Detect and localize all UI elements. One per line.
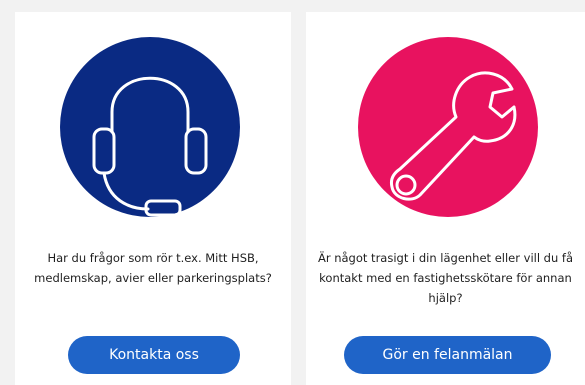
- fault-report-button[interactable]: Gör en felanmälan: [344, 336, 551, 374]
- fault-report-card: Är något trasigt i din lägenhet eller vi…: [306, 12, 585, 385]
- wrench-icon-circle: [358, 37, 538, 217]
- contact-description: Har du frågor som rör t.ex. Mitt HSB, me…: [34, 251, 272, 285]
- wrench-icon: [390, 71, 517, 201]
- fault-report-description: Är något trasigt i din lägenhet eller vi…: [317, 251, 574, 305]
- contact-us-button[interactable]: Kontakta oss: [68, 336, 240, 374]
- contact-card: Har du frågor som rör t.ex. Mitt HSB, me…: [15, 12, 291, 385]
- headset-icon-circle: [60, 37, 240, 217]
- headset-icon: [92, 76, 208, 217]
